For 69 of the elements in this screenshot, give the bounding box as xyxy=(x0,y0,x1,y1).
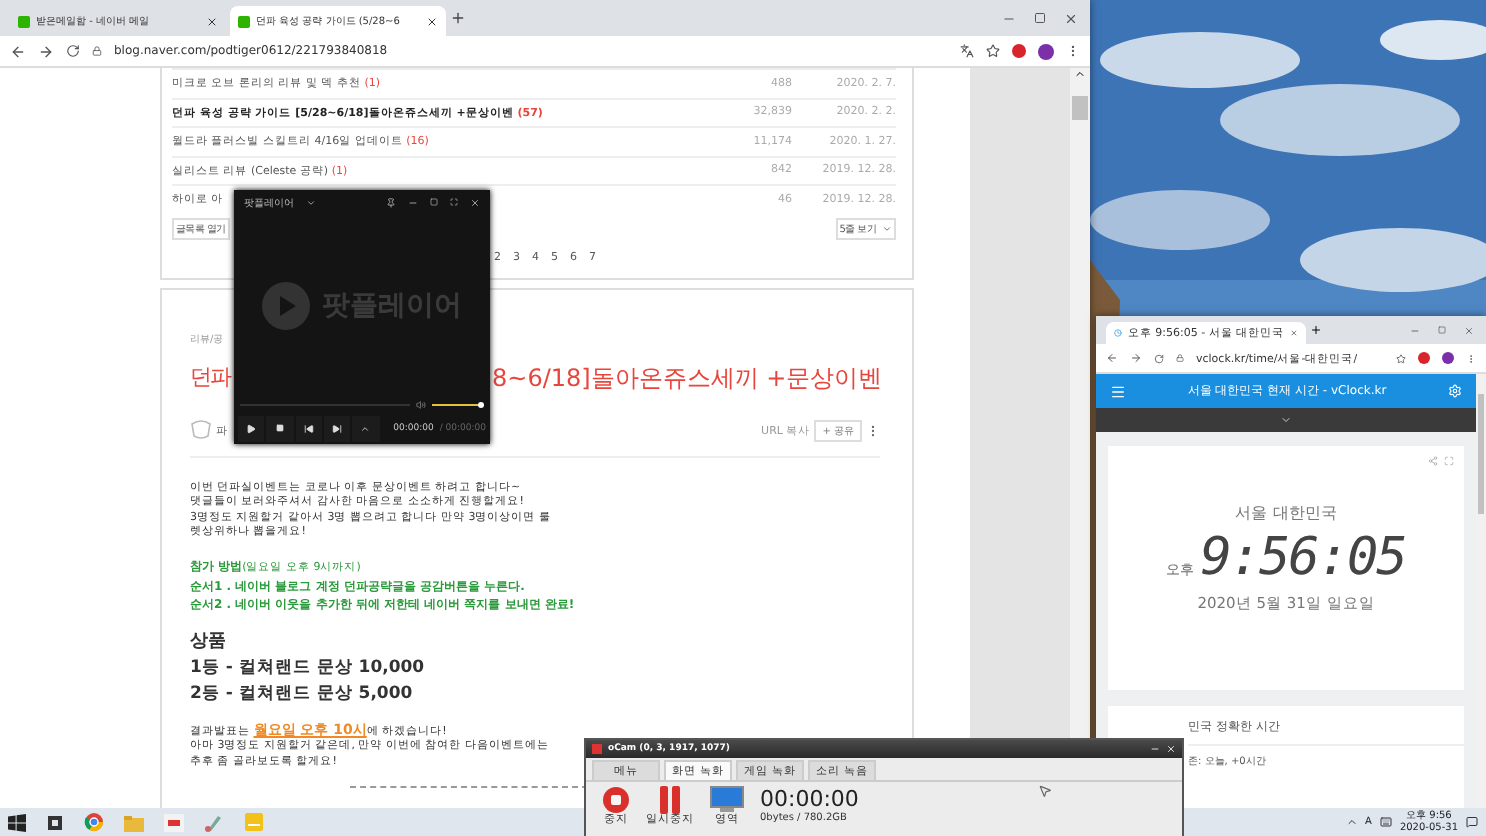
next-icon xyxy=(332,423,343,433)
stop-icon xyxy=(275,424,284,432)
previous-button[interactable] xyxy=(295,415,322,441)
close-icon[interactable] xyxy=(1064,11,1078,25)
caret-icon xyxy=(882,223,892,233)
elapsed-time: 00:00:00 xyxy=(760,786,859,812)
previous-icon xyxy=(303,423,314,433)
minimize-icon[interactable] xyxy=(1150,744,1160,754)
share-icon[interactable] xyxy=(1428,456,1438,466)
app-icon[interactable] xyxy=(164,813,184,831)
profile-avatar[interactable] xyxy=(1038,43,1054,59)
new-tab-icon[interactable] xyxy=(1310,324,1322,336)
section-heading: 상품 xyxy=(190,629,226,655)
minimize-icon[interactable] xyxy=(408,197,418,207)
play-button[interactable] xyxy=(238,415,265,441)
forward-icon[interactable] xyxy=(1130,352,1142,364)
extension-icon[interactable] xyxy=(1418,352,1430,364)
paint-brush-icon[interactable] xyxy=(204,812,224,832)
menu-icon[interactable] xyxy=(1066,44,1080,58)
keyboard-icon[interactable] xyxy=(1379,816,1392,828)
pause-icon xyxy=(656,786,684,814)
reload-icon[interactable] xyxy=(66,44,80,58)
caret-icon[interactable] xyxy=(306,197,316,207)
mouse-cursor-icon xyxy=(1038,784,1052,798)
stop-icon xyxy=(602,786,630,814)
reload-icon[interactable] xyxy=(1154,353,1164,363)
avatar-icon xyxy=(190,420,212,440)
play-icon xyxy=(246,423,257,433)
lock-icon xyxy=(92,46,102,56)
post-title: 던파 xyxy=(190,363,230,389)
eject-icon xyxy=(360,423,371,433)
task-view-icon[interactable] xyxy=(46,813,64,831)
forward-icon[interactable] xyxy=(38,43,54,59)
clock-time: 9:56:05 xyxy=(1200,528,1406,588)
back-icon[interactable] xyxy=(10,43,26,59)
new-tab-icon[interactable] xyxy=(450,10,466,26)
maximize-icon[interactable] xyxy=(430,198,438,206)
monitor-icon xyxy=(710,786,744,814)
next-button[interactable] xyxy=(323,415,351,441)
profile-avatar[interactable] xyxy=(1442,352,1454,364)
maximize-icon[interactable] xyxy=(1034,11,1046,23)
lock-icon xyxy=(1176,354,1184,362)
tray-expand-icon[interactable] xyxy=(1345,816,1358,828)
play-logo-icon xyxy=(262,282,310,330)
scrollbar-thumb[interactable] xyxy=(1478,394,1484,514)
paragraph: 2등 - 컬쳐랜드 문상 5,000 xyxy=(190,681,413,707)
paragraph: 1등 - 컬쳐랜드 문상 10,000 xyxy=(190,655,425,681)
menu-icon[interactable] xyxy=(1110,383,1126,399)
browser-icon[interactable] xyxy=(84,812,104,832)
settings-icon[interactable] xyxy=(1448,384,1462,398)
windows-logo-icon[interactable] xyxy=(8,813,26,831)
more-icon[interactable] xyxy=(866,423,880,437)
bookmark-star-icon[interactable] xyxy=(986,44,1000,58)
close-icon[interactable] xyxy=(206,15,218,27)
translate-icon[interactable] xyxy=(960,44,974,58)
app-icon xyxy=(592,744,602,754)
city-name: 서울 대한민국 xyxy=(1235,502,1337,524)
close-icon[interactable] xyxy=(426,15,438,27)
scroll-up-icon[interactable] xyxy=(1074,68,1086,80)
clock-icon xyxy=(1114,328,1122,338)
volume-icon[interactable] xyxy=(416,400,426,410)
notification-icon[interactable] xyxy=(1466,816,1478,828)
extension-icon[interactable] xyxy=(1012,44,1026,58)
pin-icon[interactable] xyxy=(386,197,396,207)
bookmark-star-icon[interactable] xyxy=(1396,353,1406,363)
back-icon[interactable] xyxy=(1106,352,1118,364)
scrollbar-thumb[interactable] xyxy=(1072,96,1088,120)
stop-button[interactable] xyxy=(266,415,294,441)
post-title: 8~6/18]돌아온쥬스세끼 +문상이벤 xyxy=(492,361,883,395)
